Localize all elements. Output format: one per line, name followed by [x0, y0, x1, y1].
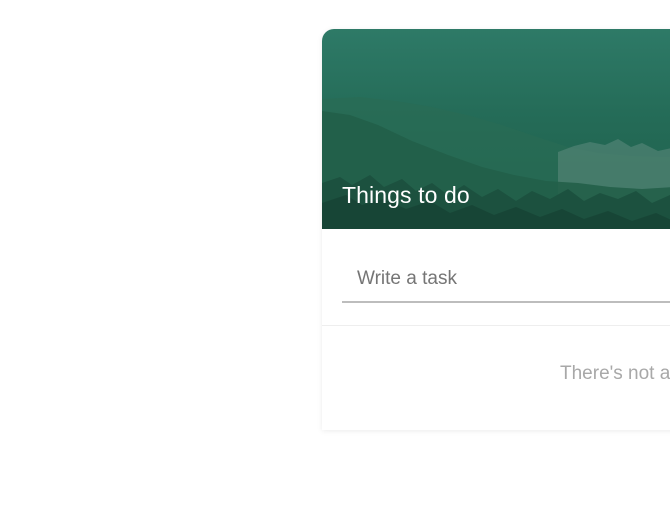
card-header-image: Things to do	[322, 29, 670, 229]
card-title: Things to do	[342, 182, 470, 208]
empty-state-message: There's not a	[560, 363, 670, 384]
empty-state-section: There's not a	[322, 326, 670, 430]
task-input-section	[322, 229, 670, 326]
task-input[interactable]	[342, 257, 670, 303]
todo-card: Things to do There's not a	[322, 29, 670, 430]
page: Things to do There's not a	[0, 0, 670, 520]
